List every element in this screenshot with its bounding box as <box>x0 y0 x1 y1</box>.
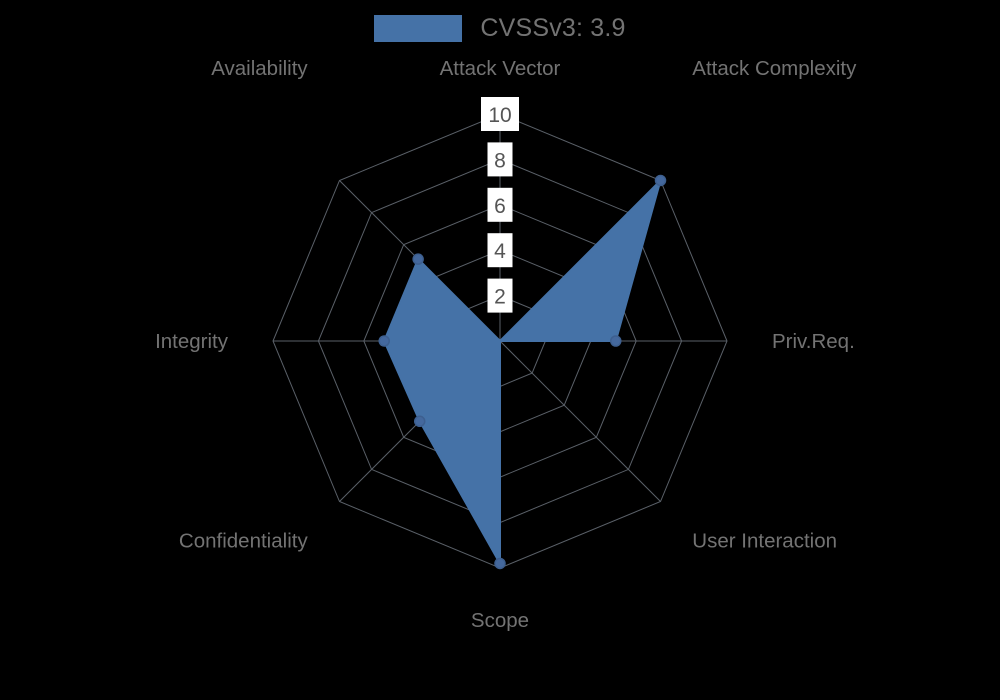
axis-label-scope: Scope <box>471 609 529 632</box>
data-point-marker <box>413 415 426 428</box>
radar-plot: Attack Vector Attack Complexity Priv.Req. U… <box>155 57 857 632</box>
radar-series <box>383 179 662 565</box>
series-polygon <box>383 179 662 565</box>
axis-spoke <box>499 340 661 502</box>
data-point-marker <box>654 174 667 187</box>
radar-tick-labels: 2 4 6 8 10 <box>481 97 519 313</box>
data-point-marker <box>412 253 424 265</box>
axis-label-availability: Availability <box>211 57 308 80</box>
axis-label-user-interaction: User Interaction <box>692 529 837 552</box>
data-point-marker <box>610 335 622 347</box>
axis-label-integrity: Integrity <box>155 330 229 353</box>
tick-label-10: 10 <box>488 104 511 127</box>
data-point-marker <box>494 557 506 570</box>
tick-label-4: 4 <box>494 240 506 263</box>
tick-label-2: 2 <box>494 286 506 309</box>
data-point-marker <box>378 335 390 347</box>
axis-label-attack-complexity: Attack Complexity <box>692 57 857 80</box>
axis-label-confidentiality: Confidentiality <box>179 529 309 552</box>
axis-label-attack-vector: Attack Vector <box>440 57 561 80</box>
radar-chart-root: CVSSv3: 3.9 Attack Vector Attack Complexi… <box>0 0 1000 700</box>
tick-label-6: 6 <box>494 195 506 218</box>
tick-label-8: 8 <box>494 149 506 172</box>
axis-label-priv-req: Priv.Req. <box>772 330 855 353</box>
